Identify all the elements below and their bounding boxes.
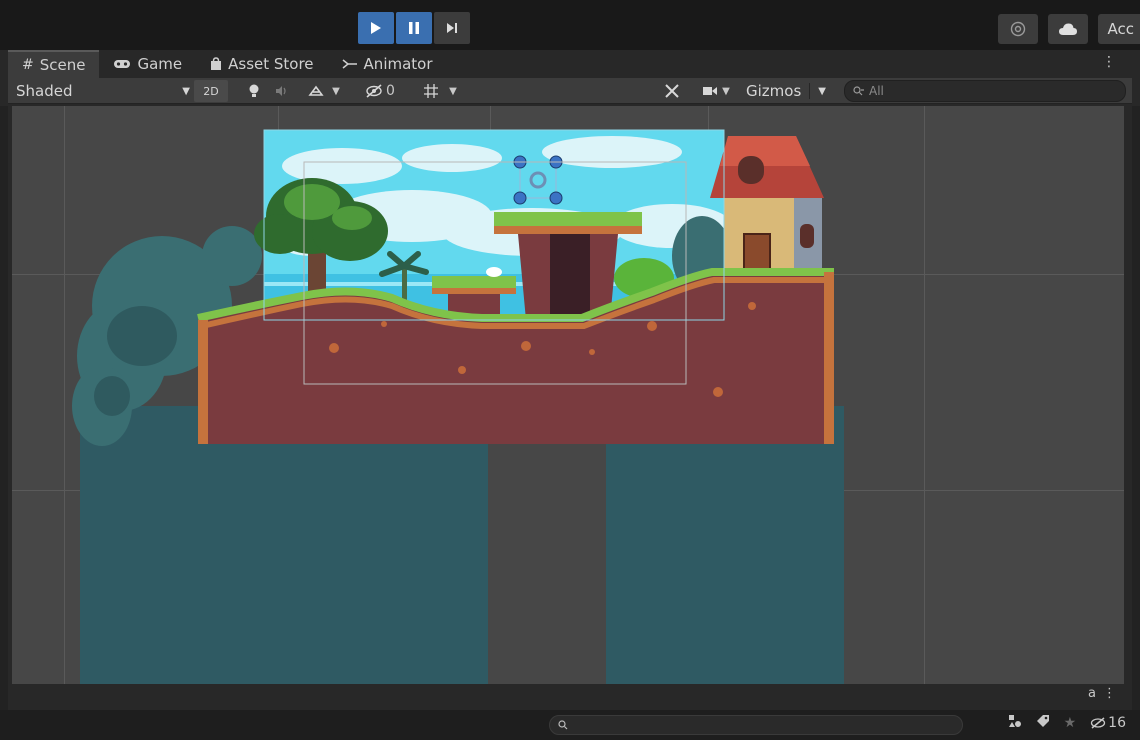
right-panel-edge [1132,106,1140,736]
divider [809,83,811,99]
small-platform-edge [432,288,516,294]
bag-icon [211,57,222,70]
camera-dropdown[interactable]: ▼ [696,80,736,102]
tab-scene-label: Scene [39,56,86,74]
effects-icon [308,85,324,96]
house-door [743,233,771,273]
cloud-button[interactable] [1047,14,1088,44]
lock-icon[interactable]: a [1088,686,1096,701]
hidden-count: 0 [386,83,395,99]
collab-button[interactable] [997,14,1038,44]
play-button[interactable] [358,12,394,44]
hidden-objects-toggle[interactable]: 0 [360,80,400,102]
shading-label: Shaded [16,82,73,100]
gizmo-handle [513,191,527,205]
tab-asset-store[interactable]: Asset Store [196,50,327,78]
pause-button[interactable] [396,12,432,44]
scene-toolbar: Shaded ▼ 2D ▼ 0 ▼ ▼ Gizmos ▼ All [8,78,1132,104]
ground-left-edge [198,320,208,444]
chevron-down-icon: ▼ [722,85,730,97]
main-toolbar: Acc [0,0,1140,50]
tab-animator-label: Animator [363,55,433,73]
rock-cave [550,234,590,320]
chevron-down-icon: ▼ [818,85,826,97]
ground-right-edge [824,272,834,444]
account-dropdown[interactable]: Acc [1097,14,1140,44]
scene-status-bar: a ⋮ [8,684,1132,706]
step-button[interactable] [434,12,470,44]
level-artwork [72,129,844,684]
small-platform-top [432,276,516,290]
rock-platform-top [494,212,642,228]
editor-window: # Scene Game Asset Store Animator ⋮ Shad… [0,50,1140,740]
toolbar-right: Acc [997,14,1140,44]
chevron-down-icon: ▼ [449,85,457,97]
gizmos-dropdown[interactable]: Gizmos ▼ [746,81,826,101]
favorite-star-icon[interactable]: ★ [1064,715,1077,731]
chevron-down-icon: ▼ [182,85,190,97]
search-icon [853,86,864,96]
step-icon [447,23,457,33]
house-side-window [800,224,814,248]
tab-animator[interactable]: Animator [328,50,447,78]
bottom-icons: ★ 16 [1008,714,1126,732]
chevron-down-icon: ▼ [332,85,340,97]
eye-slash-icon [366,84,382,98]
gamepad-icon [114,60,131,68]
effects-dropdown[interactable]: ▼ [304,80,344,102]
gizmos-label: Gizmos [746,82,802,100]
animator-icon [342,59,357,69]
more-options-icon[interactable]: ⋮ [1102,54,1116,70]
scene-search-input[interactable]: All [844,80,1126,102]
bottom-search-input[interactable] [549,715,963,735]
search-placeholder: All [869,84,884,98]
lightbulb-icon[interactable] [244,80,264,102]
house [710,136,824,273]
shadow-gap [488,406,606,684]
rock-platform-rim [494,226,642,234]
scene-viewport[interactable] [12,106,1124,684]
more-options-icon[interactable]: ⋮ [1103,686,1116,701]
teal-pillar-left [80,406,488,684]
collab-icon [1010,21,1025,37]
search-icon [558,720,568,730]
teal-pillar-right [606,406,844,684]
hidden-objects-counter[interactable]: 16 [1090,715,1126,731]
grid-icon: # [22,57,34,73]
grid-snap-icon [424,84,439,98]
tab-scene[interactable]: # Scene [8,50,100,78]
grid-snap-dropdown[interactable]: ▼ [412,80,468,102]
audio-icon[interactable] [272,80,292,102]
tab-asset-store-label: Asset Store [228,55,314,73]
hidden-objects-count: 16 [1108,715,1126,731]
label-tag-icon[interactable] [1036,714,1050,732]
play-icon [371,22,381,34]
left-panel-edge [0,106,8,736]
eye-slash-icon [1091,717,1106,729]
play-controls [358,12,470,44]
pause-icon [409,22,419,34]
filter-type-icon[interactable] [1008,714,1022,732]
tab-game[interactable]: Game [99,50,196,78]
tools-icon[interactable] [660,80,684,102]
toggle-2d-button[interactable]: 2D [194,80,228,102]
shading-dropdown[interactable]: Shaded ▼ [16,81,190,101]
collectible [486,267,502,277]
house-roof-shade [720,136,810,166]
panel-tabs: # Scene Game Asset Store Animator ⋮ [8,50,1132,78]
cloud-icon [1058,23,1077,35]
unity-editor: Acc # Scene Game Asset Store Animator ⋮ … [0,0,1140,740]
house-window-top [738,156,764,184]
camera-icon [703,87,718,95]
bottom-bar: ★ 16 [0,710,1140,740]
gizmo-handle [549,191,563,205]
tab-game-label: Game [137,55,183,73]
